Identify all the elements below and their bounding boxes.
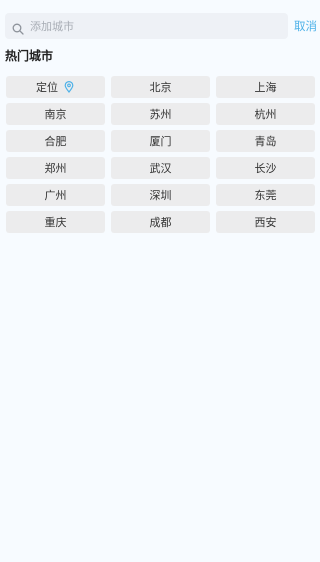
city-button-xian[interactable]: 西安 — [216, 211, 315, 233]
city-button-shenzhen[interactable]: 深圳 — [111, 184, 210, 206]
city-button-chongqing[interactable]: 重庆 — [6, 211, 105, 233]
hot-cities-grid: 定位 北京 上海 南京 苏州 杭州 合肥 厦门 青岛 郑州 武汉 长沙 广州 深… — [6, 76, 316, 233]
search-icon — [12, 20, 24, 35]
city-button-suzhou[interactable]: 苏州 — [111, 103, 210, 125]
location-pin-icon — [63, 81, 75, 93]
city-button-beijing[interactable]: 北京 — [111, 76, 210, 98]
city-button-qingdao[interactable]: 青岛 — [216, 130, 315, 152]
city-button-changsha[interactable]: 长沙 — [216, 157, 315, 179]
city-button-wuhan[interactable]: 武汉 — [111, 157, 210, 179]
city-button-nanjing[interactable]: 南京 — [6, 103, 105, 125]
locate-button[interactable]: 定位 — [6, 76, 105, 98]
city-button-hangzhou[interactable]: 杭州 — [216, 103, 315, 125]
search-bar: 取消 — [5, 12, 317, 40]
cancel-button[interactable]: 取消 — [294, 18, 317, 34]
city-picker-page: 取消 热门城市 定位 北京 上海 南京 苏州 杭州 合肥 厦门 青岛 郑州 武汉… — [0, 0, 320, 562]
locate-label: 定位 — [36, 81, 58, 94]
city-button-hefei[interactable]: 合肥 — [6, 130, 105, 152]
city-button-zhengzhou[interactable]: 郑州 — [6, 157, 105, 179]
city-button-dongguan[interactable]: 东莞 — [216, 184, 315, 206]
city-button-chengdu[interactable]: 成都 — [111, 211, 210, 233]
city-button-guangzhou[interactable]: 广州 — [6, 184, 105, 206]
search-box[interactable] — [5, 13, 288, 39]
city-button-xiamen[interactable]: 厦门 — [111, 130, 210, 152]
city-button-shanghai[interactable]: 上海 — [216, 76, 315, 98]
search-input[interactable] — [30, 14, 280, 38]
hot-cities-title: 热门城市 — [5, 49, 54, 63]
